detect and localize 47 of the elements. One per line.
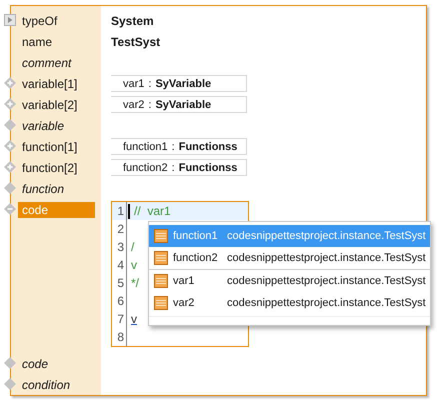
diamond-icon[interactable] bbox=[4, 119, 16, 131]
completion-item[interactable]: var1 codesnippettestproject.instance.TestSyst bbox=[149, 270, 430, 292]
code-text: v bbox=[131, 258, 137, 272]
line-number: 7 bbox=[116, 312, 124, 326]
reference-field[interactable]: function2 : Functionss bbox=[111, 159, 247, 176]
property-label[interactable]: variable[1] bbox=[18, 76, 95, 92]
diamond-icon[interactable] bbox=[4, 378, 16, 390]
reference-field[interactable]: var2 : SyVariable bbox=[111, 96, 247, 113]
code-text: // var1 bbox=[134, 204, 171, 218]
add-icon[interactable] bbox=[4, 161, 16, 173]
property-label[interactable]: condition bbox=[18, 376, 95, 392]
list-icon bbox=[154, 296, 168, 310]
property-label[interactable]: typeOf bbox=[18, 12, 95, 28]
line-number: 3 bbox=[116, 240, 124, 254]
reference-field[interactable]: var1 : SyVariable bbox=[111, 75, 247, 92]
completion-item[interactable]: function2 codesnippettestproject.instance.TestSyst bbox=[149, 247, 430, 270]
property-value: System bbox=[111, 14, 154, 28]
property-label[interactable]: function bbox=[18, 180, 95, 196]
expand-icon[interactable] bbox=[4, 14, 16, 26]
add-icon[interactable] bbox=[4, 77, 16, 89]
property-label[interactable]: function[2] bbox=[18, 160, 95, 176]
list-icon bbox=[154, 274, 168, 288]
completion-item[interactable]: var2 codesnippettestproject.instance.TestSyst bbox=[149, 292, 430, 314]
property-label[interactable]: function[1] bbox=[18, 138, 95, 154]
property-value: TestSyst bbox=[111, 34, 160, 48]
list-icon bbox=[154, 229, 168, 243]
line-number: 1 bbox=[116, 204, 124, 218]
code-text: */ bbox=[131, 276, 140, 290]
reference-field[interactable]: function1 : Functionss bbox=[111, 138, 247, 155]
line-number: 6 bbox=[116, 294, 124, 308]
add-icon[interactable] bbox=[4, 98, 16, 110]
code-text: / bbox=[131, 240, 134, 254]
collapse-icon[interactable] bbox=[4, 203, 16, 215]
diamond-icon[interactable] bbox=[4, 357, 16, 369]
code-text: v bbox=[131, 312, 137, 326]
list-icon bbox=[154, 251, 168, 265]
line-number: 8 bbox=[116, 330, 124, 344]
property-label[interactable]: comment bbox=[18, 54, 95, 70]
line-number: 4 bbox=[116, 258, 124, 272]
property-label[interactable]: variable bbox=[18, 118, 95, 134]
property-label[interactable]: code bbox=[18, 356, 95, 372]
property-label[interactable]: variable[2] bbox=[18, 96, 95, 112]
line-number: 5 bbox=[116, 276, 124, 290]
line-number: 2 bbox=[116, 222, 124, 236]
property-label[interactable]: name bbox=[18, 34, 95, 50]
diamond-icon[interactable] bbox=[4, 182, 16, 194]
add-icon[interactable] bbox=[4, 140, 16, 152]
